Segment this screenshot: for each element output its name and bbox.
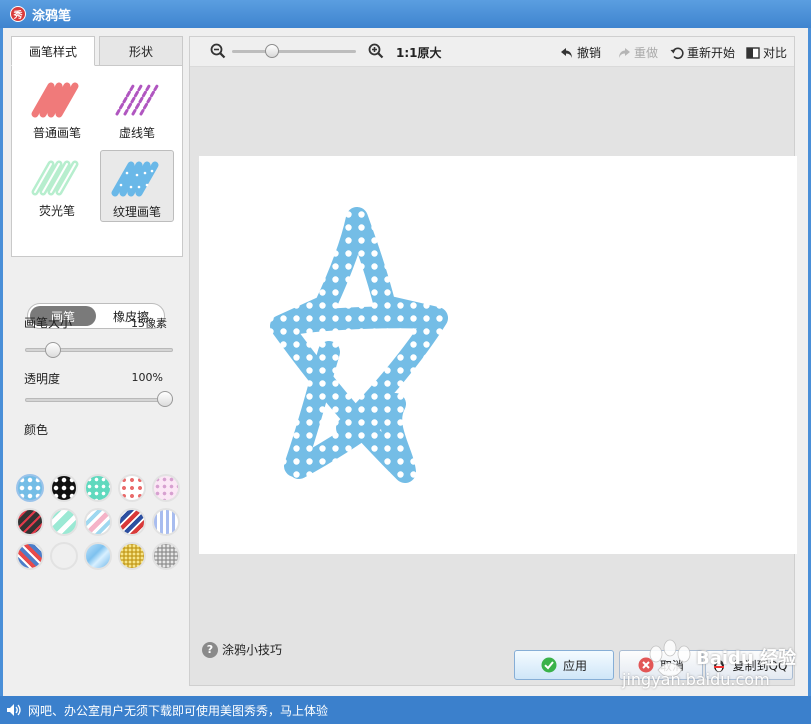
cancel-label: 取消 bbox=[659, 658, 684, 673]
brush-label: 荧光笔 bbox=[38, 204, 75, 218]
qq-penguin-icon bbox=[713, 660, 724, 672]
normal-brush-icon bbox=[31, 82, 79, 118]
tab-shape[interactable]: 形状 bbox=[99, 36, 183, 66]
brush-dashed[interactable]: 虚线笔 bbox=[100, 72, 174, 144]
swatch-silver-glitter[interactable] bbox=[152, 542, 180, 570]
status-bar[interactable]: 网吧、办公室用户无须下载即可使用美图秀秀，马上体验 bbox=[0, 696, 811, 724]
star-drawing bbox=[270, 207, 448, 483]
question-icon: ? bbox=[202, 641, 218, 658]
dashed-brush-icon bbox=[115, 84, 159, 116]
brush-size-slider-knob[interactable] bbox=[44, 342, 61, 358]
brush-texture[interactable]: 纹理画笔 bbox=[100, 150, 174, 222]
speaker-icon bbox=[7, 704, 21, 716]
cancel-button[interactable]: 取消 bbox=[619, 650, 703, 680]
restart-label: 重新开始 bbox=[687, 46, 736, 60]
compare-icon bbox=[746, 46, 760, 59]
compare-label: 对比 bbox=[763, 46, 788, 60]
brush-label: 虚线笔 bbox=[118, 126, 155, 140]
swatch-dark-red-dashes[interactable] bbox=[16, 508, 44, 536]
brush-normal[interactable]: 普通画笔 bbox=[20, 72, 94, 144]
tab-bar: 画笔样式 形状 bbox=[11, 36, 183, 66]
compare-button[interactable]: 对比 bbox=[746, 44, 787, 61]
drawing-canvas[interactable] bbox=[199, 156, 797, 554]
brush-size-value: 15像素 bbox=[131, 317, 167, 330]
zoom-slider-knob[interactable] bbox=[265, 44, 279, 58]
cancel-icon bbox=[638, 657, 654, 673]
brush-highlighter[interactable]: 荧光笔 bbox=[20, 150, 94, 222]
copy-label: 复制到QQ bbox=[732, 658, 788, 673]
undo-label: 撤销 bbox=[577, 46, 602, 60]
zoom-slider[interactable] bbox=[232, 50, 356, 53]
brush-style-panel: 普通画笔 虚线笔 荧光笔 纹理画笔 bbox=[11, 65, 183, 257]
texture-brush-icon bbox=[111, 161, 159, 197]
left-panel: 画笔样式 形状 普通画笔 虚线笔 荧光笔 纹理画笔 bbox=[11, 36, 183, 257]
color-label: 颜色 bbox=[24, 423, 49, 437]
canvas-area: 1:1原大 撤销 重做 重新开始 对比 ? 涂鸦小技巧 应用 取消 复制到QQ bbox=[189, 36, 797, 686]
redo-button[interactable]: 重做 bbox=[617, 44, 658, 61]
zoom-out-button[interactable] bbox=[210, 43, 226, 59]
status-promo-text: 网吧、办公室用户无须下载即可使用美图秀秀，马上体验 bbox=[28, 703, 329, 718]
opacity-slider[interactable] bbox=[25, 398, 173, 402]
opacity-label: 透明度 bbox=[24, 372, 61, 386]
redo-label: 重做 bbox=[634, 46, 659, 60]
tab-brush-style[interactable]: 画笔样式 bbox=[11, 36, 95, 66]
zoom-in-button[interactable] bbox=[368, 43, 384, 59]
swatch-grid[interactable] bbox=[50, 542, 78, 570]
canvas-toolbar: 1:1原大 撤销 重做 重新开始 对比 bbox=[190, 37, 794, 67]
swatch-black-dots[interactable] bbox=[50, 474, 78, 502]
swatch-mint-dots[interactable] bbox=[84, 474, 112, 502]
apply-label: 应用 bbox=[562, 658, 587, 673]
brush-size-label: 画笔大小 bbox=[24, 316, 73, 330]
swatch-pink-stripe[interactable] bbox=[84, 508, 112, 536]
zoom-in-icon bbox=[368, 43, 384, 59]
swatch-blue-check[interactable] bbox=[152, 508, 180, 536]
swatch-blue-dots[interactable] bbox=[16, 474, 44, 502]
swatch-plaid[interactable] bbox=[16, 542, 44, 570]
window-title: 涂鸦笔 bbox=[32, 8, 72, 24]
app-logo-icon: 秀 bbox=[10, 6, 26, 22]
swatch-mint-stripe[interactable] bbox=[50, 508, 78, 536]
title-bar: 秀 涂鸦笔 bbox=[0, 0, 811, 28]
brush-label: 纹理画笔 bbox=[112, 205, 161, 219]
restart-button[interactable]: 重新开始 bbox=[670, 44, 735, 61]
restart-icon bbox=[670, 47, 684, 59]
undo-button[interactable]: 撤销 bbox=[560, 44, 601, 61]
zoom-out-icon bbox=[210, 43, 226, 59]
swatch-pink-stars[interactable] bbox=[152, 474, 180, 502]
opacity-slider-knob[interactable] bbox=[157, 391, 173, 407]
tips-label: 涂鸦小技巧 bbox=[222, 643, 283, 657]
swatch-gold-glitter[interactable] bbox=[118, 542, 146, 570]
dialog-body: 画笔样式 形状 普通画笔 虚线笔 荧光笔 纹理画笔 画笔 橡皮擦 画笔大小 15… bbox=[0, 28, 811, 696]
texture-stroke bbox=[270, 207, 448, 483]
check-icon bbox=[541, 657, 557, 673]
swatch-blue-crystal[interactable] bbox=[84, 542, 112, 570]
undo-icon bbox=[561, 47, 572, 58]
highlighter-brush-icon bbox=[31, 160, 79, 196]
swatch-confetti[interactable] bbox=[118, 474, 146, 502]
opacity-value: 100% bbox=[131, 371, 163, 384]
copy-to-qq-button[interactable]: 复制到QQ bbox=[705, 650, 793, 680]
apply-button[interactable]: 应用 bbox=[514, 650, 614, 680]
actual-size-button[interactable]: 1:1原大 bbox=[396, 44, 442, 61]
swatch-red-blue-stripe[interactable] bbox=[118, 508, 146, 536]
brush-label: 普通画笔 bbox=[32, 126, 81, 140]
redo-icon bbox=[619, 47, 630, 58]
drawing-tips-link[interactable]: ? 涂鸦小技巧 bbox=[202, 641, 282, 658]
